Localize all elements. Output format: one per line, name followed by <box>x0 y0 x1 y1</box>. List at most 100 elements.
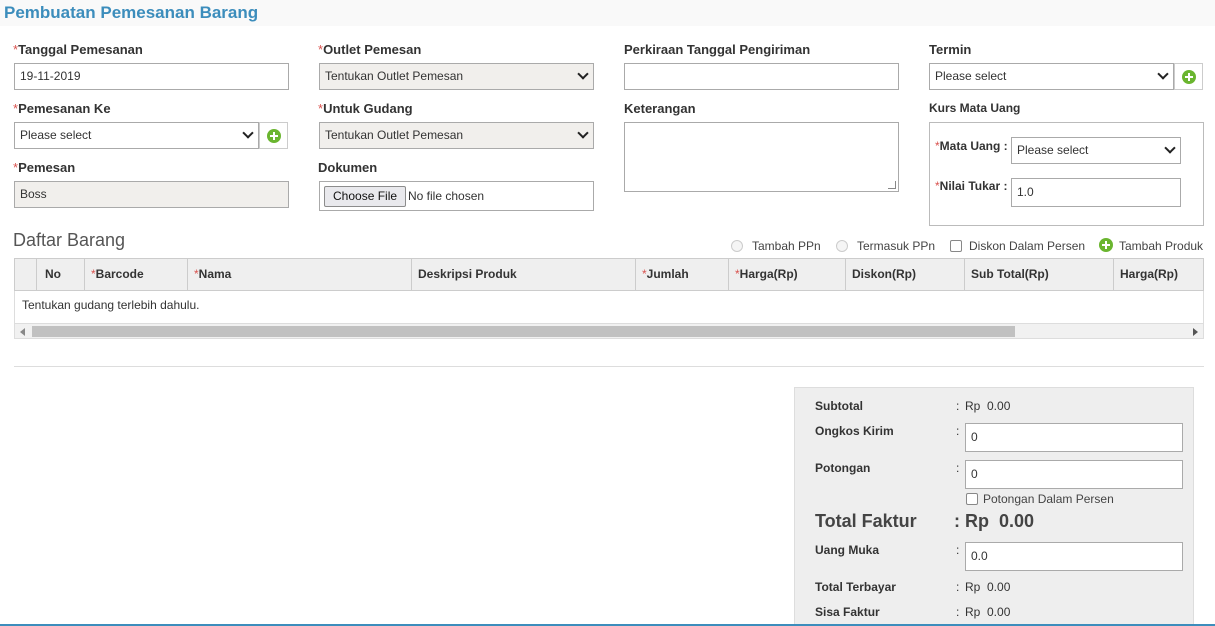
keterangan-textarea[interactable] <box>624 122 899 192</box>
dokumen-label: Dokumen <box>318 160 378 175</box>
resize-handle-icon[interactable] <box>888 181 896 189</box>
chevron-down-icon <box>1157 68 1169 80</box>
sisa-faktur-label: Sisa Faktur <box>815 605 880 619</box>
tanggal-label-text: Tanggal Pemesanan <box>18 42 143 57</box>
mata-uang-value: Please select <box>1017 143 1089 157</box>
column-barcode: *Barcode <box>85 259 188 290</box>
perkiraan-input[interactable] <box>624 63 899 90</box>
column-jumlah-text: Jumlah <box>646 267 689 281</box>
empty-message: Tentukan gudang terlebih dahulu. <box>22 298 200 312</box>
subtotal-value: Rp 0.00 <box>965 399 1011 413</box>
diskon-persen-checkbox[interactable] <box>950 240 962 252</box>
pemesan-label-text: Pemesan <box>18 160 76 175</box>
column-nama-text: Nama <box>198 267 232 281</box>
termin-label: Termin <box>929 42 972 57</box>
column-jumlah: *Jumlah <box>636 259 729 290</box>
nilai-tukar-label-text: Nilai Tukar : <box>939 179 1008 193</box>
daftar-barang-title: Daftar Barang <box>13 230 126 250</box>
potongan-input[interactable]: 0 <box>965 460 1183 489</box>
sisa-faktur-colon: : <box>956 605 960 619</box>
column-subtotal: Sub Total(Rp) <box>965 259 1114 290</box>
uang-muka-label: Uang Muka <box>815 543 880 557</box>
diskon-persen-label: Diskon Dalam Persen <box>969 239 1086 253</box>
potongan-colon: : <box>956 461 960 475</box>
outlet-value: Tentukan Outlet Pemesan <box>325 69 464 83</box>
column-harga-text: Harga(Rp) <box>739 267 798 281</box>
termasuk-ppn-label: Termasuk PPn <box>857 239 936 253</box>
divider <box>14 366 1204 367</box>
horizontal-scrollbar[interactable] <box>14 323 1204 339</box>
mata-uang-select[interactable]: Please select <box>1011 137 1181 164</box>
column-deskripsi: Deskripsi Produk <box>412 259 636 290</box>
total-terbayar-label: Total Terbayar <box>815 580 896 594</box>
column-harga-2: Harga(Rp) <box>1120 267 1179 281</box>
ongkos-kirim-input[interactable]: 0 <box>965 423 1183 452</box>
column-harga: *Harga(Rp) <box>729 259 846 290</box>
subtotal-label: Subtotal <box>815 399 863 413</box>
kurs-label: Kurs Mata Uang <box>929 101 1021 115</box>
untuk-gudang-value: Tentukan Outlet Pemesan <box>325 128 464 142</box>
column-nama: *Nama <box>188 259 412 290</box>
tanggal-input[interactable]: 19-11-2019 <box>14 63 289 90</box>
pemesanan-ke-value: Please select <box>20 128 92 142</box>
outlet-select[interactable]: Tentukan Outlet Pemesan <box>319 63 594 90</box>
scrollbar-thumb[interactable] <box>32 326 1015 337</box>
uang-muka-colon: : <box>956 543 960 557</box>
termin-select[interactable]: Please select <box>929 63 1174 90</box>
potongan-persen-checkbox[interactable] <box>966 493 978 505</box>
ongkos-kirim-label: Ongkos Kirim <box>815 424 894 438</box>
tambah-ppn-radio[interactable] <box>731 240 743 252</box>
add-pemesanan-ke-button[interactable] <box>259 122 288 149</box>
product-table-header: No *Barcode *Nama Deskripsi Produk *Juml… <box>14 258 1204 291</box>
potongan-persen-label: Potongan Dalam Persen <box>983 492 1114 506</box>
plus-circle-icon <box>267 129 281 143</box>
column-barcode-text: Barcode <box>95 267 144 281</box>
choose-file-button[interactable]: Choose File <box>324 186 407 207</box>
pemesan-input[interactable]: Boss <box>14 181 289 208</box>
pemesanan-ke-label-text: Pemesanan Ke <box>18 101 111 116</box>
pemesanan-ke-label: *Pemesanan Ke <box>13 101 111 116</box>
scroll-left-icon[interactable] <box>20 328 25 336</box>
keterangan-label: Keterangan <box>624 101 696 116</box>
mata-uang-label: *Mata Uang : <box>935 139 1008 153</box>
total-terbayar-value: Rp 0.00 <box>965 580 1011 594</box>
total-faktur-label: Total Faktur <box>815 511 917 531</box>
column-select <box>15 259 37 290</box>
untuk-gudang-label: *Untuk Gudang <box>318 101 413 116</box>
total-terbayar-colon: : <box>956 580 960 594</box>
dokumen-file-input[interactable]: Choose File No file chosen <box>319 181 594 211</box>
total-faktur-colon: : <box>954 511 960 531</box>
file-status: No file chosen <box>408 189 485 203</box>
termin-value: Please select <box>935 69 1007 83</box>
untuk-gudang-select[interactable]: Tentukan Outlet Pemesan <box>319 122 594 149</box>
tanggal-label: *Tanggal Pemesanan <box>13 42 143 57</box>
potongan-label: Potongan <box>815 461 871 475</box>
subtotal-colon: : <box>956 399 960 413</box>
tambah-ppn-label: Tambah PPn <box>752 239 821 253</box>
plus-circle-icon <box>1182 70 1196 84</box>
pemesan-label: *Pemesan <box>13 160 75 175</box>
page-title: Pembuatan Pemesanan Barang <box>4 3 259 22</box>
tambah-produk-button[interactable] <box>1099 238 1113 252</box>
sisa-faktur-value: Rp 0.00 <box>965 605 1011 619</box>
chevron-down-icon <box>1164 142 1176 154</box>
scroll-right-icon[interactable] <box>1193 328 1198 336</box>
outlet-label-text: Outlet Pemesan <box>323 42 422 57</box>
nilai-tukar-input[interactable]: 1.0 <box>1011 178 1181 207</box>
add-termin-button[interactable] <box>1174 63 1203 90</box>
chevron-down-icon <box>242 127 254 139</box>
perkiraan-label: Perkiraan Tanggal Pengiriman <box>624 42 811 57</box>
ongkos-kirim-colon: : <box>956 424 960 438</box>
pemesanan-ke-select[interactable]: Please select <box>14 122 259 149</box>
termasuk-ppn-radio[interactable] <box>836 240 848 252</box>
nilai-tukar-label: *Nilai Tukar : <box>935 179 1007 193</box>
chevron-down-icon <box>577 68 589 80</box>
chevron-down-icon <box>577 127 589 139</box>
untuk-gudang-label-text: Untuk Gudang <box>323 101 413 116</box>
plus-circle-icon <box>1099 238 1113 252</box>
column-no: No <box>37 259 85 290</box>
mata-uang-label-text: Mata Uang : <box>939 139 1008 153</box>
tambah-produk-label[interactable]: Tambah Produk <box>1119 239 1203 253</box>
column-diskon: Diskon(Rp) <box>846 259 965 290</box>
uang-muka-input[interactable]: 0.0 <box>965 542 1183 571</box>
